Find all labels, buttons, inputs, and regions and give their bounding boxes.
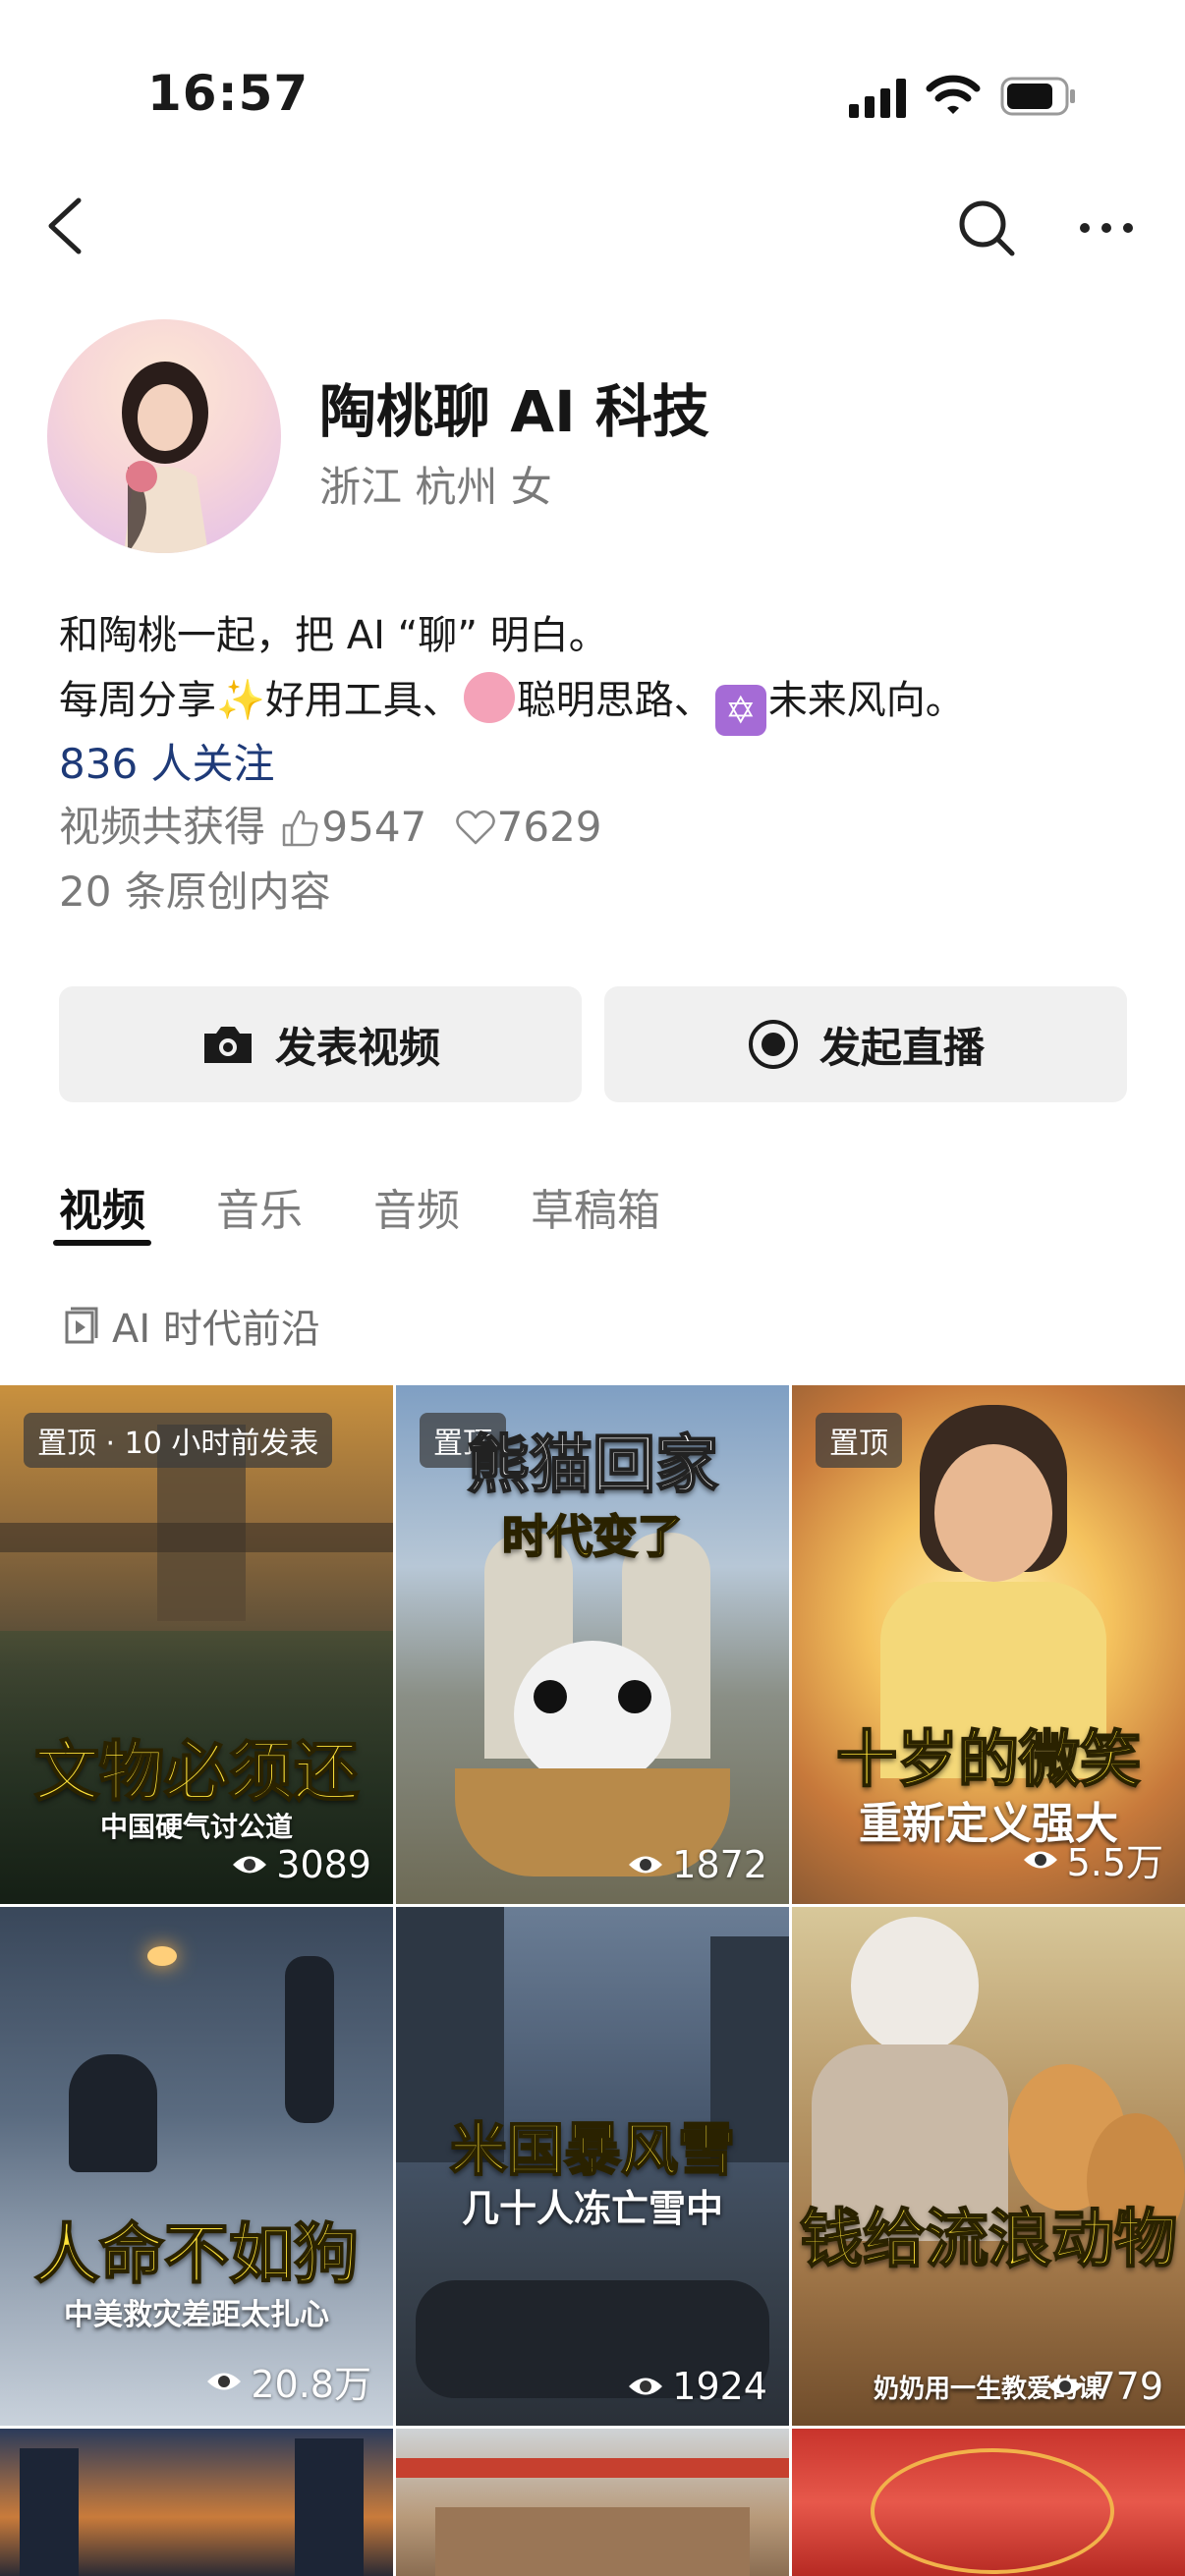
view-count: 3089 bbox=[231, 1843, 371, 1886]
stats-label: 视频共获得 bbox=[59, 803, 266, 851]
video-subline: 中国硬气讨公道 bbox=[99, 1811, 293, 1843]
status-time: 16:57 bbox=[147, 65, 310, 122]
go-live-button[interactable]: 发起直播 bbox=[604, 986, 1127, 1102]
video-tile[interactable] bbox=[396, 2429, 789, 2576]
more-dots-icon[interactable] bbox=[1075, 202, 1138, 253]
star-of-david-icon: ✡ bbox=[714, 685, 766, 736]
view-count: 1872 bbox=[627, 1843, 767, 1886]
post-video-label: 发表视频 bbox=[274, 1023, 440, 1072]
profile-location: 浙江 杭州 女 bbox=[319, 463, 552, 511]
battery-icon bbox=[1000, 77, 1075, 116]
eye-icon bbox=[629, 2378, 663, 2395]
view-count: 779 bbox=[1046, 2365, 1163, 2408]
video-badge: 置顶 · 10 小时前发表 bbox=[24, 1413, 333, 1468]
camera-icon bbox=[203, 1027, 252, 1063]
active-tab-indicator bbox=[53, 1240, 151, 1246]
tab-audio[interactable]: 音频 bbox=[373, 1175, 460, 1238]
cellular-signal-icon bbox=[849, 77, 908, 118]
status-bar: 16:57 bbox=[0, 0, 1185, 147]
tab-drafts[interactable]: 草稿箱 bbox=[531, 1175, 660, 1238]
heart-icon bbox=[455, 810, 495, 845]
video-tile[interactable] bbox=[792, 2429, 1185, 2576]
eye-icon bbox=[233, 1856, 267, 1874]
bio-text: 每周分享 bbox=[59, 678, 216, 723]
bio-text: 好用工具、 bbox=[264, 678, 462, 723]
video-stats: 视频共获得 9547 7629 bbox=[59, 794, 602, 854]
video-subline: 中美救灾差距太扎心 bbox=[64, 2298, 329, 2332]
avatar[interactable] bbox=[47, 319, 281, 553]
tab-music[interactable]: 音乐 bbox=[216, 1175, 303, 1238]
video-subline: 时代变了 bbox=[501, 1509, 684, 1564]
video-headline: 熊猫回家 bbox=[466, 1428, 719, 1503]
video-tile[interactable]: 置顶 熊猫回家 时代变了 1872 bbox=[396, 1385, 789, 1904]
original-content-count: 20 条原创内容 bbox=[59, 868, 331, 916]
eye-icon bbox=[207, 2373, 242, 2389]
video-tile[interactable]: 人命不如狗 中美救灾差距太扎心 20.8万 bbox=[0, 1907, 393, 2426]
view-count: 5.5万 bbox=[1022, 1832, 1163, 1886]
likes-count: 9547 bbox=[321, 803, 427, 851]
post-video-button[interactable]: 发表视频 bbox=[59, 986, 582, 1102]
back-chevron-icon[interactable] bbox=[39, 195, 90, 257]
view-count: 20.8万 bbox=[205, 2354, 371, 2408]
tab-video[interactable]: 视频 bbox=[59, 1175, 145, 1238]
video-tile[interactable]: 米国暴风雪 几十人冻亡雪中 1924 bbox=[396, 1907, 789, 2426]
video-headline: 文物必须还 bbox=[33, 1733, 360, 1811]
video-headline: 十岁的微笑 bbox=[835, 1722, 1142, 1796]
collection-label: AI 时代前沿 bbox=[112, 1307, 320, 1352]
play-icon bbox=[65, 1307, 98, 1344]
hearts-count: 7629 bbox=[496, 803, 602, 851]
wifi-icon bbox=[926, 75, 981, 114]
search-icon[interactable] bbox=[955, 196, 1018, 259]
eye-icon bbox=[629, 1856, 663, 1874]
eye-icon bbox=[1023, 1851, 1057, 1868]
video-subline: 几十人冻亡雪中 bbox=[461, 2187, 723, 2230]
eye-icon bbox=[1048, 2378, 1083, 2395]
profile-name: 陶桃聊 AI 科技 bbox=[319, 378, 709, 445]
thumb-up-icon bbox=[283, 810, 318, 847]
video-tile[interactable] bbox=[0, 2429, 393, 2576]
go-live-label: 发起直播 bbox=[818, 1023, 985, 1072]
video-headline: 人命不如狗 bbox=[33, 2215, 360, 2293]
video-tile[interactable]: 置顶 十岁的微笑 重新定义强大 5.5万 bbox=[792, 1385, 1185, 1904]
sparkles-icon: ✨ bbox=[216, 678, 265, 723]
followers-count[interactable]: 836 人关注 bbox=[59, 731, 275, 791]
video-tile[interactable]: 钱给流浪动物 奶奶用一生教爱的课 779 bbox=[792, 1907, 1185, 2426]
avatar-figure bbox=[122, 362, 208, 553]
video-headline: 米国暴风雪 bbox=[449, 2115, 736, 2184]
collection-link[interactable]: AI 时代前沿 bbox=[61, 1297, 320, 1354]
bio-text: 未来风向。 bbox=[767, 678, 965, 723]
view-count: 1924 bbox=[627, 2365, 767, 2408]
video-headline: 钱给流浪动物 bbox=[799, 2203, 1178, 2277]
bio-line-2: 每周分享✨好用工具、 聪明思路、 ✡ 未来风向。 bbox=[59, 668, 965, 736]
live-record-icon bbox=[748, 1020, 798, 1069]
brain-icon bbox=[463, 672, 515, 723]
video-tile[interactable]: 置顶 · 10 小时前发表 文物必须还 中国硬气讨公道 3089 bbox=[0, 1385, 393, 1904]
bio-line-1: 和陶桃一起，把 AI “聊” 明白。 bbox=[59, 613, 608, 658]
video-badge: 置顶 bbox=[816, 1413, 902, 1468]
bio-text: 聪明思路、 bbox=[516, 678, 713, 723]
